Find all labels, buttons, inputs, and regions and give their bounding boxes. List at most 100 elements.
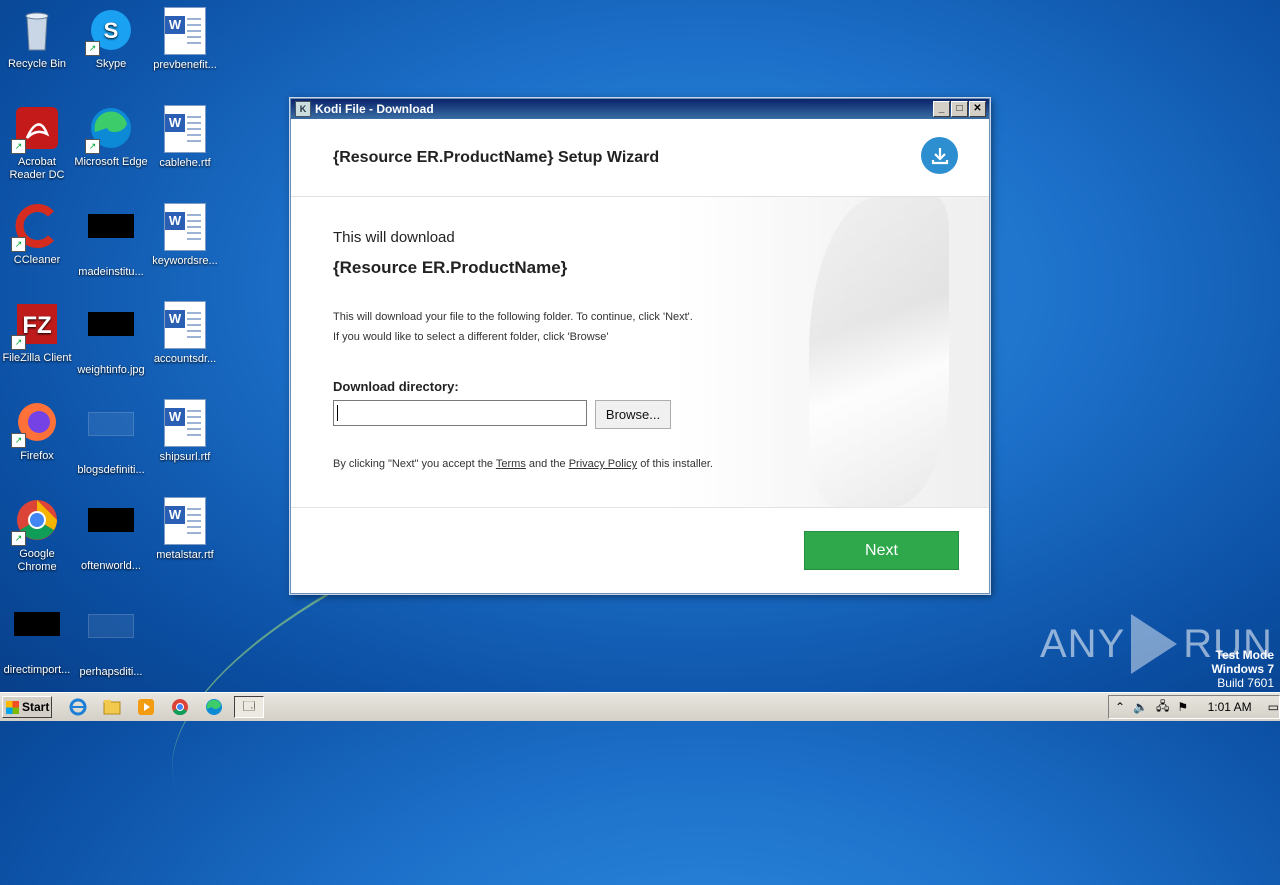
chrome-icon: ↗ — [11, 496, 61, 546]
desktop-icon-metalstar[interactable]: W metalstar.rtf — [148, 496, 222, 562]
desktop-icon-edge[interactable]: ↗ Microsoft Edge — [74, 104, 148, 169]
decorative-background — [809, 197, 949, 507]
browse-button[interactable]: Browse... — [595, 400, 671, 429]
legal-prefix: By clicking "Next" you accept the — [333, 458, 496, 470]
window-title: Kodi File - Download — [315, 102, 434, 116]
kodi-app-icon: 🗔 — [242, 698, 256, 713]
volume-icon[interactable]: 🔈 — [1133, 700, 1148, 714]
action-center-flag-icon[interactable]: ⚑ — [1177, 700, 1188, 714]
maximize-button[interactable]: □ — [951, 101, 968, 117]
privacy-policy-link[interactable]: Privacy Policy — [569, 458, 637, 470]
skype-icon: S ↗ — [85, 6, 135, 56]
shortcut-arrow-icon: ↗ — [85, 41, 100, 56]
network-icon[interactable]: 🖧 — [1156, 697, 1169, 718]
clock[interactable]: 1:01 AM — [1208, 700, 1252, 714]
image-file-icon — [13, 612, 61, 660]
recycle-bin-icon — [13, 6, 61, 54]
minimize-button[interactable]: _ — [933, 101, 950, 117]
text-caret — [337, 405, 338, 421]
media-player-icon[interactable] — [136, 697, 156, 717]
watermark-left: ANY — [1040, 621, 1126, 666]
tray-expand-icon[interactable]: ⌃ — [1115, 700, 1125, 714]
next-button[interactable]: Next — [804, 531, 959, 570]
svg-text:S: S — [104, 18, 119, 43]
desktop-icon-prevbenefit[interactable]: W prevbenefit... — [148, 6, 222, 72]
legal-mid: and the — [525, 458, 569, 470]
system-tray: ⌃ 🔈 🖧 ⚑ 1:01 AM ▭ — [1108, 695, 1280, 719]
word-document-icon: W — [161, 105, 209, 153]
download-directory-input[interactable] — [333, 400, 587, 426]
installer-window: K Kodi File - Download _ □ ✕ {Resource E… — [290, 98, 990, 594]
desktop-icon-chrome[interactable]: ↗ Google Chrome — [0, 496, 74, 574]
desktop-icon-acrobat[interactable]: ↗ Acrobat Reader DC — [0, 104, 74, 182]
explorer-folder-icon[interactable] — [102, 697, 122, 717]
desktop-icon-oftenworld[interactable]: oftenworld... — [74, 496, 148, 573]
description-line-1: This will download your file to the foll… — [333, 311, 693, 323]
wizard-title: {Resource ER.ProductName} Setup Wizard — [333, 148, 660, 166]
edge-icon: ↗ — [85, 104, 135, 154]
download-directory-label: Download directory: — [333, 379, 459, 394]
shortcut-arrow-icon: ↗ — [11, 139, 26, 154]
download-icon — [921, 137, 958, 174]
show-desktop-icon[interactable]: ▭ — [1268, 700, 1279, 714]
description-line-2: If you would like to select a different … — [333, 331, 609, 343]
internet-explorer-icon[interactable] — [68, 697, 88, 717]
desktop-icon-perhapsditi[interactable]: perhapsditi... — [74, 600, 148, 679]
file-icon — [87, 614, 135, 662]
wizard-body: This will download {Resource ER.ProductN… — [291, 197, 989, 508]
product-name: {Resource ER.ProductName} — [333, 258, 568, 277]
windows-logo-icon — [6, 700, 19, 714]
desktop-icon-firefox[interactable]: ↗ Firefox — [0, 398, 74, 463]
desktop-icon-keywordsre[interactable]: W keywordsre... — [148, 202, 222, 268]
acrobat-icon: ↗ — [11, 104, 61, 154]
firefox-icon: ↗ — [11, 398, 61, 448]
desktop-icon-weightinfo[interactable]: weightinfo.jpg — [74, 300, 148, 377]
shortcut-arrow-icon: ↗ — [11, 531, 26, 546]
taskbar: Start 🗔 ⌃ 🔈 🖧 ⚑ 1:01 AM ▭ — [0, 692, 1280, 721]
shortcut-arrow-icon: ↗ — [85, 139, 100, 154]
edge-taskbar-icon[interactable] — [204, 697, 224, 717]
wizard-header: {Resource ER.ProductName} Setup Wizard — [291, 119, 989, 197]
play-icon — [1131, 614, 1178, 674]
chrome-taskbar-icon[interactable] — [170, 697, 190, 717]
image-file-icon — [87, 508, 135, 556]
desktop-icon-blogsdefiniti[interactable]: blogsdefiniti... — [74, 398, 148, 477]
os-text: Windows 7 — [1211, 662, 1274, 676]
word-document-icon: W — [161, 203, 209, 251]
test-mode-text: Test Mode — [1215, 648, 1274, 662]
ccleaner-icon: ↗ — [11, 202, 61, 252]
word-document-icon: W — [161, 497, 209, 545]
word-document-icon: W — [161, 301, 209, 349]
kodi-app-icon: K — [295, 101, 311, 117]
desktop-icon-ccleaner[interactable]: ↗ CCleaner — [0, 202, 74, 267]
taskbar-kodi-installer[interactable]: 🗔 — [234, 696, 264, 718]
word-document-icon: W — [161, 399, 209, 447]
legal-notice: By clicking "Next" you accept the Terms … — [333, 458, 713, 470]
image-file-icon — [87, 312, 135, 360]
filezilla-icon: FZ ↗ — [11, 300, 61, 350]
legal-suffix: of this installer. — [637, 458, 713, 470]
file-icon — [87, 412, 135, 460]
desktop-icon-accountsdr[interactable]: W accountsdr... — [148, 300, 222, 366]
build-text: Build 7601 — [1217, 676, 1274, 690]
desktop-icon-cablehe[interactable]: W cablehe.rtf — [148, 104, 222, 170]
desktop-icon-directimport[interactable]: directimport... — [0, 600, 74, 677]
lead-text: This will download — [333, 229, 455, 246]
desktop-icon-recycle-bin[interactable]: Recycle Bin — [0, 6, 74, 71]
desktop-icon-shipsurl[interactable]: W shipsurl.rtf — [148, 398, 222, 464]
image-file-icon — [87, 214, 135, 262]
terms-link[interactable]: Terms — [496, 458, 526, 470]
start-label: Start — [22, 700, 50, 714]
close-button[interactable]: ✕ — [969, 101, 986, 117]
shortcut-arrow-icon: ↗ — [11, 237, 26, 252]
test-mode-notice: Test Mode Windows 7 Build 7601 — [1211, 648, 1274, 690]
svg-text:FZ: FZ — [22, 312, 51, 339]
word-document-icon: W — [161, 7, 209, 55]
shortcut-arrow-icon: ↗ — [11, 433, 26, 448]
start-button[interactable]: Start — [2, 696, 52, 718]
shortcut-arrow-icon: ↗ — [11, 335, 26, 350]
desktop-icon-madeinstitu[interactable]: madeinstitu... — [74, 202, 148, 279]
desktop-icon-filezilla[interactable]: FZ ↗ FileZilla Client — [0, 300, 74, 365]
window-titlebar[interactable]: K Kodi File - Download _ □ ✕ — [291, 99, 989, 119]
desktop-icon-skype[interactable]: S ↗ Skype — [74, 6, 148, 71]
